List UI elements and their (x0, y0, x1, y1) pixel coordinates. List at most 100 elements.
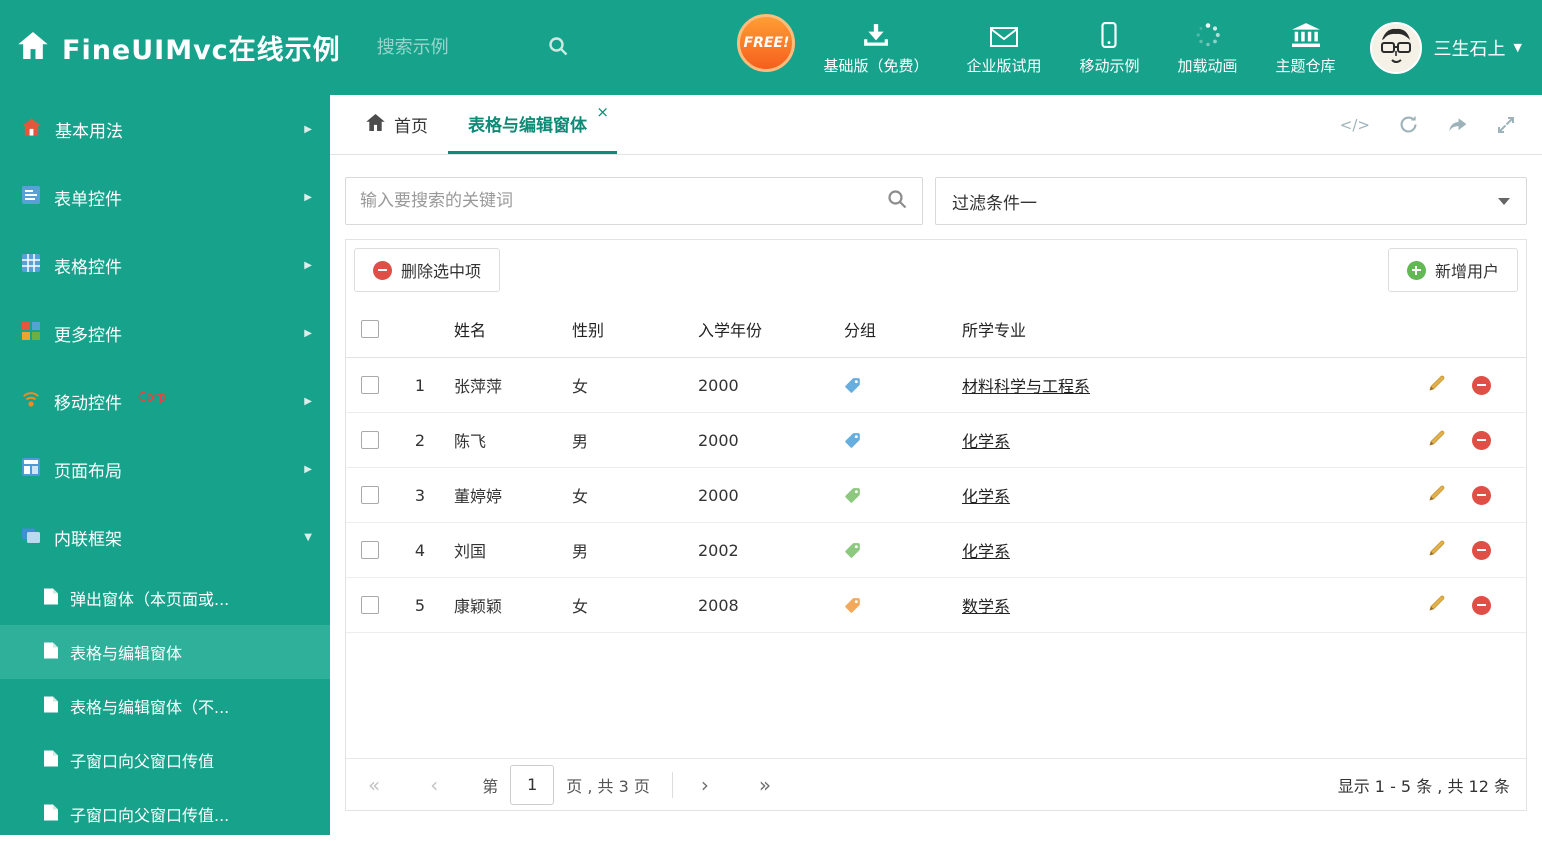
major-link[interactable]: 化学系 (962, 432, 1010, 451)
tab-label: 首页 (394, 117, 428, 137)
share-icon[interactable] (1447, 114, 1468, 135)
user-menu[interactable]: 三生石上 ▼ (1369, 21, 1542, 74)
sidebar-item-mobile[interactable]: 移动控件 Corp ▶ (0, 367, 330, 435)
major-link[interactable]: 化学系 (962, 542, 1010, 561)
sidebar-item-iframe[interactable]: 内联框架 ▼ (0, 503, 330, 571)
nav-loading-anim[interactable]: 加载动画 (1178, 20, 1238, 76)
major-link[interactable]: 化学系 (962, 487, 1010, 506)
edit-icon[interactable] (1428, 374, 1446, 396)
delete-icon[interactable] (1472, 430, 1491, 450)
signal-icon (22, 390, 40, 413)
row-checkbox[interactable] (361, 431, 379, 449)
file-icon (44, 696, 58, 717)
sidebar-subitem-child-to-parent-2[interactable]: 子窗口向父窗口传值... (0, 787, 330, 841)
sidebar-item-label: 内联框架 (54, 529, 122, 550)
grid-toolbar: 删除选中项 新增用户 (346, 240, 1526, 300)
tag-icon[interactable] (836, 377, 954, 394)
header-search-input[interactable] (376, 37, 547, 58)
col-group: 分组 (844, 320, 877, 340)
chevron-right-icon: ▶ (304, 327, 312, 339)
pagination-bar: « ‹ 第 页 , 共 3 页 › » 显示 1 - 5 条 , 共 12 条 (346, 758, 1526, 810)
edit-icon[interactable] (1428, 429, 1446, 451)
tag-icon[interactable] (836, 432, 954, 449)
tag-icon[interactable] (836, 487, 954, 504)
row-checkbox[interactable] (361, 486, 379, 504)
nav-basic-free[interactable]: FREE! 基础版（免费） (737, 13, 929, 76)
edit-icon[interactable] (1428, 539, 1446, 561)
tab-close-icon[interactable]: × (596, 103, 609, 121)
nav-enterprise-trial[interactable]: 企业版试用 (966, 20, 1041, 76)
filter-dropdown-value: 过滤条件一 (952, 193, 1037, 214)
tab-grid-edit-window[interactable]: 表格与编辑窗体 × (448, 95, 617, 154)
search-icon[interactable] (547, 35, 569, 61)
select-all-checkbox[interactable] (361, 319, 379, 338)
tag-icon[interactable] (836, 597, 954, 614)
sidebar-item-layout[interactable]: 页面布局 ▶ (0, 435, 330, 503)
major-link[interactable]: 材料科学与工程系 (962, 377, 1090, 396)
edit-icon[interactable] (1428, 484, 1446, 506)
tab-bar: 首页 表格与编辑窗体 × </> (330, 95, 1542, 155)
chevron-right-icon: ▶ (304, 191, 312, 203)
prev-page-button[interactable]: ‹ (424, 773, 444, 797)
cell-year: 2002 (698, 540, 739, 560)
source-code-icon[interactable]: </> (1340, 116, 1370, 134)
record-summary: 显示 1 - 5 条 , 共 12 条 (1337, 776, 1510, 796)
user-name[interactable]: 三生石上 ▼ (1434, 35, 1522, 61)
sidebar-subitem-label: 表格与编辑窗体 (70, 644, 183, 663)
chevron-right-icon: ▶ (304, 259, 312, 271)
nav-theme-repo[interactable]: 主题仓库 (1276, 20, 1336, 76)
avatar[interactable] (1369, 21, 1422, 74)
tag-icon[interactable] (836, 542, 954, 559)
expand-icon[interactable] (1496, 115, 1516, 135)
tab-home[interactable]: 首页 (346, 95, 448, 154)
sidebar-item-more[interactable]: 更多控件 ▶ (0, 299, 330, 367)
row-checkbox[interactable] (361, 376, 379, 394)
frames-icon (22, 526, 40, 549)
delete-icon[interactable] (1472, 485, 1491, 505)
row-checkbox[interactable] (361, 596, 379, 614)
major-link[interactable]: 数学系 (962, 597, 1010, 616)
sidebar-item-form[interactable]: 表单控件 ▶ (0, 163, 330, 231)
sidebar-item-basic[interactable]: 基本用法 ▶ (0, 95, 330, 163)
refresh-icon[interactable] (1398, 114, 1419, 135)
header-search[interactable] (376, 35, 592, 61)
delete-icon[interactable] (1472, 595, 1491, 615)
sidebar-subitem-label: 表格与编辑窗体（不... (70, 698, 230, 717)
file-icon (44, 750, 58, 771)
bank-icon (1291, 20, 1320, 48)
sidebar-subitem-child-to-parent[interactable]: 子窗口向父窗口传值 (0, 733, 330, 787)
sidebar-subitem-label: 子窗口向父窗口传值... (70, 806, 230, 825)
last-page-button[interactable]: » (753, 773, 777, 797)
delete-selected-button[interactable]: 删除选中项 (354, 248, 501, 292)
grid-panel: 删除选中项 新增用户 姓名 性别 入学年份 分组 所学专业 1 张萍萍 女 20… (345, 239, 1527, 811)
filter-dropdown[interactable]: 过滤条件一 (935, 177, 1527, 225)
page-number-input[interactable] (510, 764, 555, 805)
sidebar-subitem-grid-edit-window[interactable]: 表格与编辑窗体 (0, 625, 330, 679)
delete-icon[interactable] (1472, 540, 1491, 560)
row-index: 2 (414, 430, 426, 450)
table-row: 4 刘国 男 2002 化学系 (346, 523, 1526, 578)
nav-label: 基础版（免费） (823, 56, 929, 75)
sidebar-subitem-grid-edit-window-2[interactable]: 表格与编辑窗体（不... (0, 679, 330, 733)
row-checkbox[interactable] (361, 541, 379, 559)
edit-icon[interactable] (1428, 594, 1446, 616)
envelope-icon (989, 20, 1018, 48)
first-page-button[interactable]: « (362, 773, 386, 797)
nav-mobile-demo[interactable]: 移动示例 (1079, 20, 1140, 76)
brand[interactable]: FineUIMvc在线示例 (0, 28, 341, 67)
next-page-button[interactable]: › (695, 773, 715, 797)
table-icon (22, 253, 40, 277)
delete-icon[interactable] (1472, 375, 1491, 395)
table-row: 2 陈飞 男 2000 化学系 (346, 413, 1526, 468)
add-user-button[interactable]: 新增用户 (1387, 248, 1518, 292)
keyword-search[interactable] (345, 177, 923, 225)
sidebar-item-label: 移动控件 (54, 393, 122, 414)
sidebar-subitem-popup-window[interactable]: 弹出窗体（本页面或... (0, 571, 330, 625)
sidebar-subitem-label: 子窗口向父窗口传值 (70, 752, 215, 771)
layout-icon (22, 457, 40, 481)
sidebar-item-grid[interactable]: 表格控件 ▶ (0, 231, 330, 299)
filter-row: 过滤条件一 (345, 177, 1527, 225)
search-icon[interactable] (886, 188, 908, 214)
table-row: 1 张萍萍 女 2000 材料科学与工程系 (346, 358, 1526, 413)
keyword-search-input[interactable] (360, 191, 886, 211)
